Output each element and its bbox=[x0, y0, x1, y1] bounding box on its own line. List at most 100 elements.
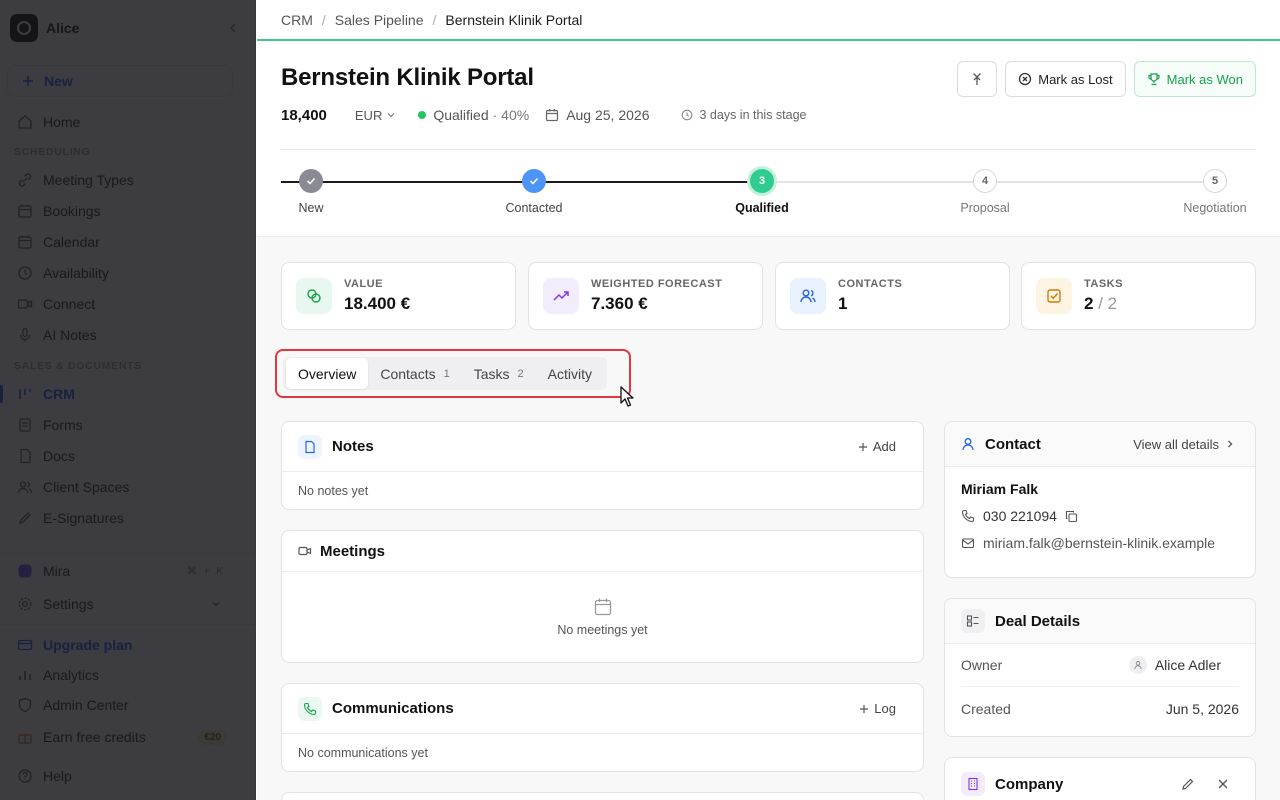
card-header: Deal Details bbox=[945, 599, 1255, 644]
stage-step-label: Contacted bbox=[505, 201, 563, 215]
view-all-details-link[interactable]: View all details bbox=[1133, 437, 1235, 452]
breadcrumb-item-pipeline[interactable]: Sales Pipeline bbox=[335, 12, 424, 28]
card-title: Meetings bbox=[320, 542, 386, 560]
card-header: Company bbox=[945, 758, 1255, 800]
company-card: Company bbox=[944, 757, 1256, 800]
card-title: Deal Details bbox=[995, 612, 1081, 630]
stage-step-contacted[interactable]: Contacted bbox=[484, 169, 584, 215]
communications-card: Communications Log No communications yet bbox=[281, 683, 924, 772]
sidebar-item-ai-notes[interactable]: AI Notes bbox=[7, 321, 239, 349]
add-note-button[interactable]: Add bbox=[858, 439, 896, 454]
mira-icon bbox=[16, 562, 34, 580]
workspace-name: Alice bbox=[46, 20, 80, 36]
users-icon bbox=[16, 478, 34, 496]
calendar-icon bbox=[545, 108, 559, 122]
currency-select[interactable]: EUR bbox=[355, 108, 396, 123]
sidebar-item-connect[interactable]: Connect bbox=[7, 290, 239, 318]
tab-activity[interactable]: Activity bbox=[536, 358, 604, 389]
coins-icon bbox=[296, 278, 332, 314]
stage-step-number: 4 bbox=[973, 169, 997, 193]
sidebar-item-crm[interactable]: CRM bbox=[7, 380, 239, 408]
collapse-sidebar-icon[interactable] bbox=[226, 21, 240, 35]
merge-icon bbox=[970, 72, 984, 86]
tab-overview[interactable]: Overview bbox=[286, 358, 369, 389]
sidebar-item-client-spaces[interactable]: Client Spaces bbox=[7, 473, 239, 501]
contact-card: Contact View all details Miriam Falk 030… bbox=[944, 421, 1256, 578]
sidebar-item-upgrade-plan[interactable]: Upgrade plan bbox=[7, 631, 239, 659]
sidebar-divider bbox=[0, 553, 256, 554]
close-date[interactable]: Aug 25, 2026 bbox=[545, 107, 649, 123]
credits-badge: €20 bbox=[198, 729, 227, 745]
sidebar-item-earn-credits[interactable]: Earn free credits €20 bbox=[7, 723, 239, 751]
tab-tasks[interactable]: Tasks 2 bbox=[462, 358, 536, 389]
sidebar-item-admin-center[interactable]: Admin Center bbox=[7, 691, 239, 719]
edit-icon[interactable] bbox=[1181, 777, 1195, 791]
tab-count: 2 bbox=[517, 367, 524, 380]
sidebar-item-label: Home bbox=[43, 114, 81, 130]
sidebar-item-label: Forms bbox=[43, 417, 83, 433]
form-icon bbox=[16, 416, 34, 434]
sidebar-item-e-signatures[interactable]: E-Signatures bbox=[7, 504, 239, 532]
detail-label: Owner bbox=[961, 657, 1003, 673]
contact-phone[interactable]: 030 221094 bbox=[983, 508, 1057, 524]
chevron-right-icon bbox=[1225, 439, 1235, 449]
header-actions: Mark as Lost Mark as Won bbox=[957, 61, 1256, 97]
log-communication-button[interactable]: Log bbox=[859, 701, 896, 716]
view-all-details-label: View all details bbox=[1133, 436, 1219, 452]
mark-won-button[interactable]: Mark as Won bbox=[1133, 61, 1256, 97]
sidebar-item-forms[interactable]: Forms bbox=[7, 411, 239, 439]
stage-step-label: Proposal bbox=[960, 201, 1010, 215]
check-icon bbox=[522, 169, 546, 193]
plus-icon bbox=[858, 442, 868, 452]
bar-chart-icon bbox=[16, 666, 34, 684]
workspace-switcher[interactable]: Alice bbox=[10, 14, 242, 42]
gear-icon bbox=[16, 595, 34, 613]
mark-lost-button[interactable]: Mark as Lost bbox=[1005, 61, 1126, 97]
home-icon bbox=[16, 113, 34, 131]
stage-probability: · 40% bbox=[492, 107, 530, 123]
days-in-stage-text: 3 days in this stage bbox=[699, 108, 807, 122]
stage-step-negotiation[interactable]: 5 Negotiation bbox=[1165, 169, 1265, 215]
sidebar-item-calendar[interactable]: Calendar bbox=[7, 228, 239, 256]
plus-icon bbox=[22, 75, 34, 87]
stat-card-contacts: CONTACTS 1 bbox=[775, 262, 1010, 330]
sidebar-item-bookings[interactable]: Bookings bbox=[7, 197, 239, 225]
meetings-empty-state: No meetings yet bbox=[282, 572, 923, 662]
shield-icon bbox=[16, 696, 34, 714]
close-icon[interactable] bbox=[1217, 778, 1229, 790]
sidebar-item-label: E-Signatures bbox=[43, 510, 124, 526]
merge-button[interactable] bbox=[957, 61, 998, 97]
sidebar-item-meeting-types[interactable]: Meeting Types bbox=[7, 166, 239, 194]
tab-label: Overview bbox=[298, 365, 357, 382]
contact-email[interactable]: miriam.falk@bernstein-klinik.example bbox=[983, 535, 1215, 551]
owner-value[interactable]: Alice Adler bbox=[1128, 656, 1239, 674]
log-label: Log bbox=[874, 701, 896, 716]
stage-step-label: Negotiation bbox=[1183, 201, 1247, 215]
sidebar-item-mira[interactable]: Mira ⌘ + K bbox=[7, 557, 239, 585]
communications-empty-state: No communications yet bbox=[298, 745, 428, 760]
sidebar-item-docs[interactable]: Docs bbox=[7, 442, 239, 470]
sidebar-item-analytics[interactable]: Analytics bbox=[7, 661, 239, 689]
created-value: Jun 5, 2026 bbox=[1165, 700, 1239, 717]
sidebar-item-label: Connect bbox=[43, 296, 96, 312]
deal-amount: 18,400 bbox=[281, 106, 327, 124]
new-button[interactable]: New bbox=[7, 65, 233, 97]
sidebar-item-home[interactable]: Home bbox=[7, 108, 239, 136]
sidebar-item-settings[interactable]: Settings bbox=[7, 590, 239, 618]
clock-icon bbox=[16, 264, 34, 282]
breadcrumb-item-crm[interactable]: CRM bbox=[281, 12, 313, 28]
sidebar-item-label: Docs bbox=[43, 448, 75, 464]
stage-step-qualified[interactable]: 3 Qualified bbox=[712, 169, 812, 215]
stage-step-proposal[interactable]: 4 Proposal bbox=[935, 169, 1035, 215]
stat-card-weighted-forecast: WEIGHTED FORECAST 7.360 € bbox=[528, 262, 763, 330]
breadcrumb-current: Bernstein Klinik Portal bbox=[445, 11, 583, 28]
sidebar-item-availability[interactable]: Availability bbox=[7, 259, 239, 287]
stage-indicator: Qualified · 40% bbox=[418, 107, 529, 123]
plus-icon bbox=[859, 704, 869, 714]
stage-step-new[interactable]: New bbox=[261, 169, 361, 215]
stat-label: CONTACTS bbox=[838, 278, 903, 290]
copy-icon[interactable] bbox=[1065, 510, 1078, 523]
trophy-icon bbox=[1147, 72, 1161, 86]
tab-contacts[interactable]: Contacts 1 bbox=[368, 358, 461, 389]
sidebar-item-help[interactable]: Help bbox=[7, 762, 239, 790]
